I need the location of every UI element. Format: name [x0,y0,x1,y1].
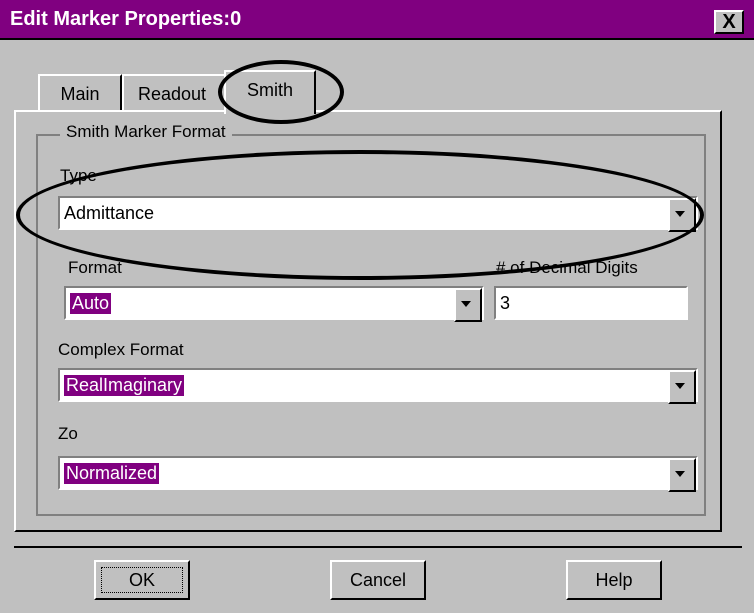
type-value: Admittance [64,203,155,223]
complex-format-select[interactable]: RealImaginary [58,368,698,404]
dialog-title: Edit Marker Properties:0 [10,8,242,30]
focus-rect [101,567,183,593]
close-button[interactable]: X [714,10,744,34]
help-button[interactable]: Help [566,560,662,600]
zo-select[interactable]: Normalized [58,456,698,492]
chevron-down-icon [675,471,685,477]
tab-main[interactable]: Main [38,74,122,114]
format-dropdown-button[interactable] [454,288,482,322]
format-select[interactable]: Auto [64,286,484,322]
cancel-button[interactable]: Cancel [330,560,426,600]
separator [14,546,742,548]
type-dropdown-button[interactable] [668,198,696,232]
chevron-down-icon [675,211,685,217]
chevron-down-icon [461,301,471,307]
zo-dropdown-button[interactable] [668,458,696,492]
format-value: Auto [70,293,112,314]
zo-label: Zo [58,424,78,443]
format-label: Format [68,258,122,277]
complex-format-value: RealImaginary [64,375,185,396]
decimal-digits-value: 3 [500,293,511,313]
zo-value: Normalized [64,463,160,484]
complex-format-label: Complex Format [58,340,184,359]
complex-format-dropdown-button[interactable] [668,370,696,404]
tab-readout[interactable]: Readout [122,74,228,114]
dialog-window: Edit Marker Properties:0 X Main Readout … [0,0,754,613]
type-select[interactable]: Admittance [58,196,698,232]
ok-button[interactable]: OK [94,560,190,600]
group-label: Smith Marker Format [60,122,232,142]
decimal-digits-label: # of Decimal Digits [496,258,638,277]
decimal-digits-input[interactable]: 3 [494,286,688,320]
type-label: Type [60,166,97,185]
chevron-down-icon [675,383,685,389]
tab-smith[interactable]: Smith [224,70,316,114]
